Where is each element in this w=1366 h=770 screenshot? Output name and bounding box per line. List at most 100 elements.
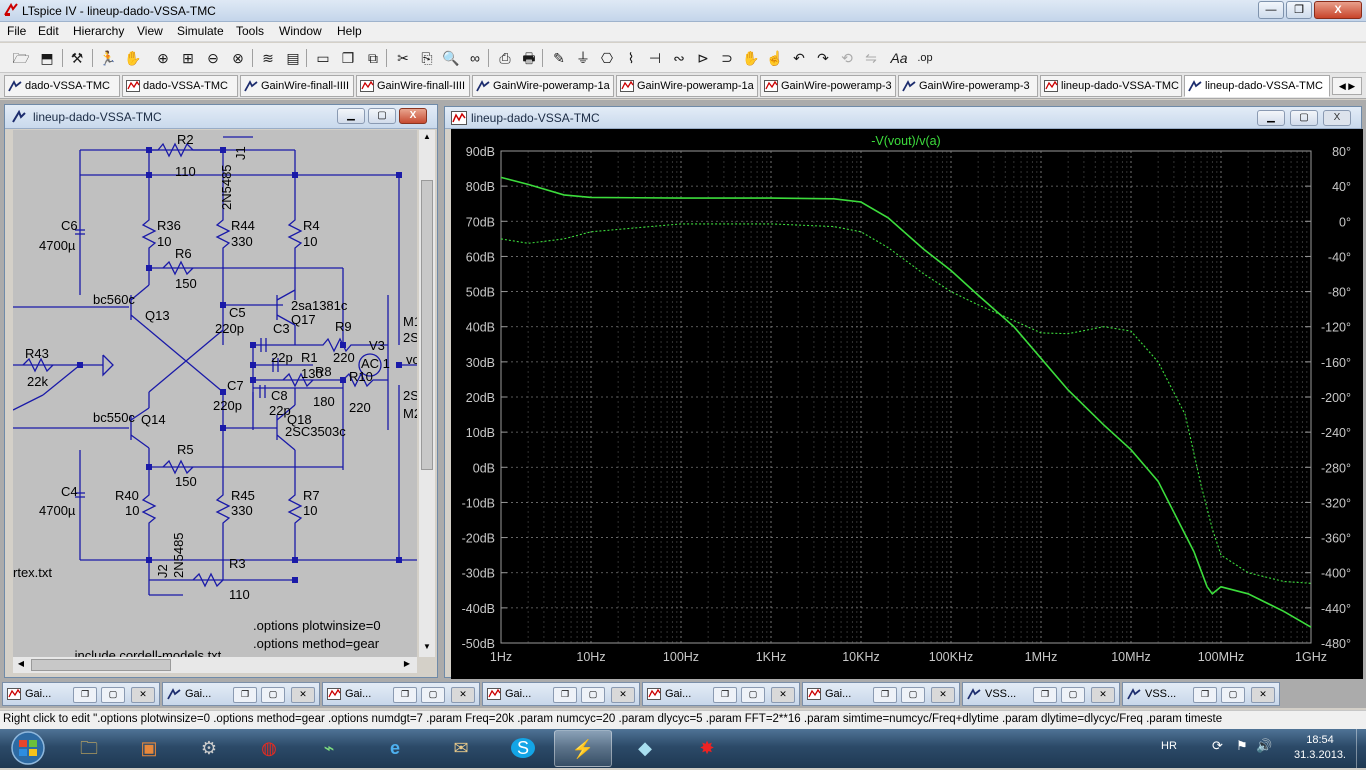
print-preview-icon[interactable]: ⎙ xyxy=(494,47,516,69)
taskbar-archive[interactable]: ▣ xyxy=(120,730,178,767)
tile-horizontal-icon[interactable]: ▭ xyxy=(312,47,334,69)
scroll-up-icon[interactable]: ▲ xyxy=(421,132,433,144)
restore-button[interactable]: ❐ xyxy=(1033,687,1057,703)
clock[interactable]: 18:54 31.3.2013. xyxy=(1290,733,1350,763)
close-button[interactable]: X xyxy=(1314,1,1362,19)
vertical-scroll-thumb[interactable] xyxy=(421,180,433,470)
taskbar-tool[interactable]: ⚙ xyxy=(180,730,238,767)
taskbar-paint[interactable]: ✸ xyxy=(678,730,736,767)
minimized-window-4[interactable]: Gai... ❐ ▢ ✕ xyxy=(642,682,800,706)
schematic-maximize-button[interactable]: ▢ xyxy=(368,108,396,124)
language-indicator[interactable]: HR xyxy=(1161,740,1177,752)
autorange-icon[interactable]: ≋ xyxy=(257,47,279,69)
maximize-button[interactable]: ▢ xyxy=(901,687,925,703)
tile-icon[interactable]: ▤ xyxy=(282,47,304,69)
maximize-button[interactable]: ❐ xyxy=(1286,1,1312,19)
schematic-canvas[interactable]: R2 110 J1 2N5485 C6 4700µ R36 10 R44 330… xyxy=(13,130,417,657)
plot-minimize-button[interactable]: ▁ xyxy=(1257,110,1285,126)
maximize-button[interactable]: ▢ xyxy=(421,687,445,703)
bode-plot[interactable]: 90dB 80dB 70dB 60dB 50dB 40dB 30dB 20dB 10dB 0dB -… xyxy=(451,129,1363,679)
menu-window[interactable]: Window xyxy=(279,24,322,38)
minimized-window-0[interactable]: Gai... ❐ ▢ ✕ xyxy=(2,682,160,706)
tab-scroll-buttons[interactable]: ◀ ▶ xyxy=(1332,77,1362,95)
include-file-fragment[interactable]: rtex.txt xyxy=(13,565,52,580)
restore-button[interactable]: ❐ xyxy=(233,687,257,703)
draw-wire-icon[interactable]: ✎ xyxy=(548,47,570,69)
horizontal-scroll-thumb[interactable] xyxy=(31,659,171,671)
menu-simulate[interactable]: Simulate xyxy=(177,24,224,38)
close-windows-icon[interactable]: ⧉ xyxy=(362,47,384,69)
minimized-window-7[interactable]: VSS... ❐ ▢ ✕ xyxy=(1122,682,1280,706)
directive-plotwinsize[interactable]: .options plotwinsize=0 xyxy=(253,618,381,633)
maximize-button[interactable]: ▢ xyxy=(261,687,285,703)
series-magnitude-line[interactable] xyxy=(500,176,1312,628)
schematic-horizontal-scrollbar[interactable]: ◀ ▶ xyxy=(13,657,417,673)
scroll-right-icon[interactable]: ▶ xyxy=(401,659,413,671)
maximize-button[interactable]: ▢ xyxy=(741,687,765,703)
restore-button[interactable]: ❐ xyxy=(1193,687,1217,703)
undo-icon[interactable]: ↶ xyxy=(788,47,810,69)
maximize-button[interactable]: ▢ xyxy=(581,687,605,703)
menu-view[interactable]: View xyxy=(137,24,163,38)
save-icon[interactable]: ⬒ xyxy=(36,47,58,69)
series-phase-line[interactable] xyxy=(500,223,1312,584)
doc-tab-3[interactable]: GainWire-finall-IIII xyxy=(356,75,470,97)
maximize-button[interactable]: ▢ xyxy=(1221,687,1245,703)
close-button[interactable]: ✕ xyxy=(131,687,155,703)
menu-help[interactable]: Help xyxy=(337,24,362,38)
component-icon[interactable]: ⊃ xyxy=(716,47,738,69)
run-icon[interactable]: 🏃 xyxy=(97,47,119,69)
doc-tab-5[interactable]: GainWire-poweramp-1a xyxy=(616,75,758,97)
trace-label[interactable]: -V(vout)/v(a) xyxy=(871,134,940,148)
open-icon[interactable]: 🗁 xyxy=(10,47,32,69)
menu-file[interactable]: File xyxy=(7,24,26,38)
close-button[interactable]: ✕ xyxy=(291,687,315,703)
cascade-icon[interactable]: ❐ xyxy=(337,47,359,69)
find-icon[interactable]: 🔍 xyxy=(440,47,462,69)
menu-tools[interactable]: Tools xyxy=(236,24,264,38)
network-icon[interactable]: ⟳ xyxy=(1212,738,1223,754)
directive-method[interactable]: .options method=gear xyxy=(253,636,380,651)
menu-hierarchy[interactable]: Hierarchy xyxy=(73,24,124,38)
print-icon[interactable]: 🖶 xyxy=(518,47,540,69)
minimize-button[interactable]: — xyxy=(1258,1,1284,19)
ground-icon[interactable]: ⏚ xyxy=(572,47,594,69)
doc-tab-4[interactable]: GainWire-poweramp-1a xyxy=(472,75,614,97)
scroll-left-icon[interactable]: ◀ xyxy=(15,659,27,671)
schematic-window[interactable]: lineup-dado-VSSA-TMC ▁ ▢ X R2 110 J1 2N5… xyxy=(4,104,438,678)
maximize-button[interactable]: ▢ xyxy=(1061,687,1085,703)
start-button[interactable] xyxy=(4,730,52,767)
taskbar-ltspice[interactable]: ⚡ xyxy=(554,730,612,767)
close-button[interactable]: ✕ xyxy=(771,687,795,703)
zoom-cancel-icon[interactable]: ⊗ xyxy=(227,47,249,69)
restore-button[interactable]: ❐ xyxy=(713,687,737,703)
zoom-area-icon[interactable]: ⊞ xyxy=(177,47,199,69)
schematic-minimize-button[interactable]: ▁ xyxy=(337,108,365,124)
resistor-icon[interactable]: ⌇ xyxy=(620,47,642,69)
scroll-down-icon[interactable]: ▼ xyxy=(421,642,433,654)
plot-maximize-button[interactable]: ▢ xyxy=(1290,110,1318,126)
plot-close-button[interactable]: X xyxy=(1323,110,1351,126)
capacitor-icon[interactable]: ⊣ xyxy=(644,47,666,69)
minimized-window-1[interactable]: Gai... ❐ ▢ ✕ xyxy=(162,682,320,706)
minimized-window-2[interactable]: Gai... ❐ ▢ ✕ xyxy=(322,682,480,706)
settings-icon[interactable]: ⚒ xyxy=(66,47,88,69)
volume-icon[interactable]: 🔊 xyxy=(1256,738,1272,754)
show-desktop-button[interactable] xyxy=(1356,729,1366,768)
schematic-vertical-scrollbar[interactable]: ▲ ▼ xyxy=(419,130,435,657)
directive-include[interactable]: .include cordell-models.txt xyxy=(71,648,222,657)
label-net-icon[interactable]: ⎔ xyxy=(596,47,618,69)
taskbar-oscilloscope[interactable]: ⌁ xyxy=(300,730,358,767)
move-icon[interactable]: ✋ xyxy=(740,47,762,69)
flag-icon[interactable]: ⚑ xyxy=(1236,738,1248,754)
restore-button[interactable]: ❐ xyxy=(873,687,897,703)
copy-icon[interactable]: ⎘ xyxy=(416,47,438,69)
doc-tab-8[interactable]: lineup-dado-VSSA-TMC xyxy=(1040,75,1182,97)
doc-tab-2[interactable]: GainWire-finall-IIII xyxy=(240,75,354,97)
zoom-out-icon[interactable]: ⊖ xyxy=(202,47,224,69)
restore-button[interactable]: ❐ xyxy=(393,687,417,703)
restore-button[interactable]: ❐ xyxy=(73,687,97,703)
maximize-button[interactable]: ▢ xyxy=(101,687,125,703)
plot-pane[interactable]: 90dB 80dB 70dB 60dB 50dB 40dB 30dB 20dB 10dB 0dB -… xyxy=(451,129,1363,679)
close-button[interactable]: ✕ xyxy=(1091,687,1115,703)
